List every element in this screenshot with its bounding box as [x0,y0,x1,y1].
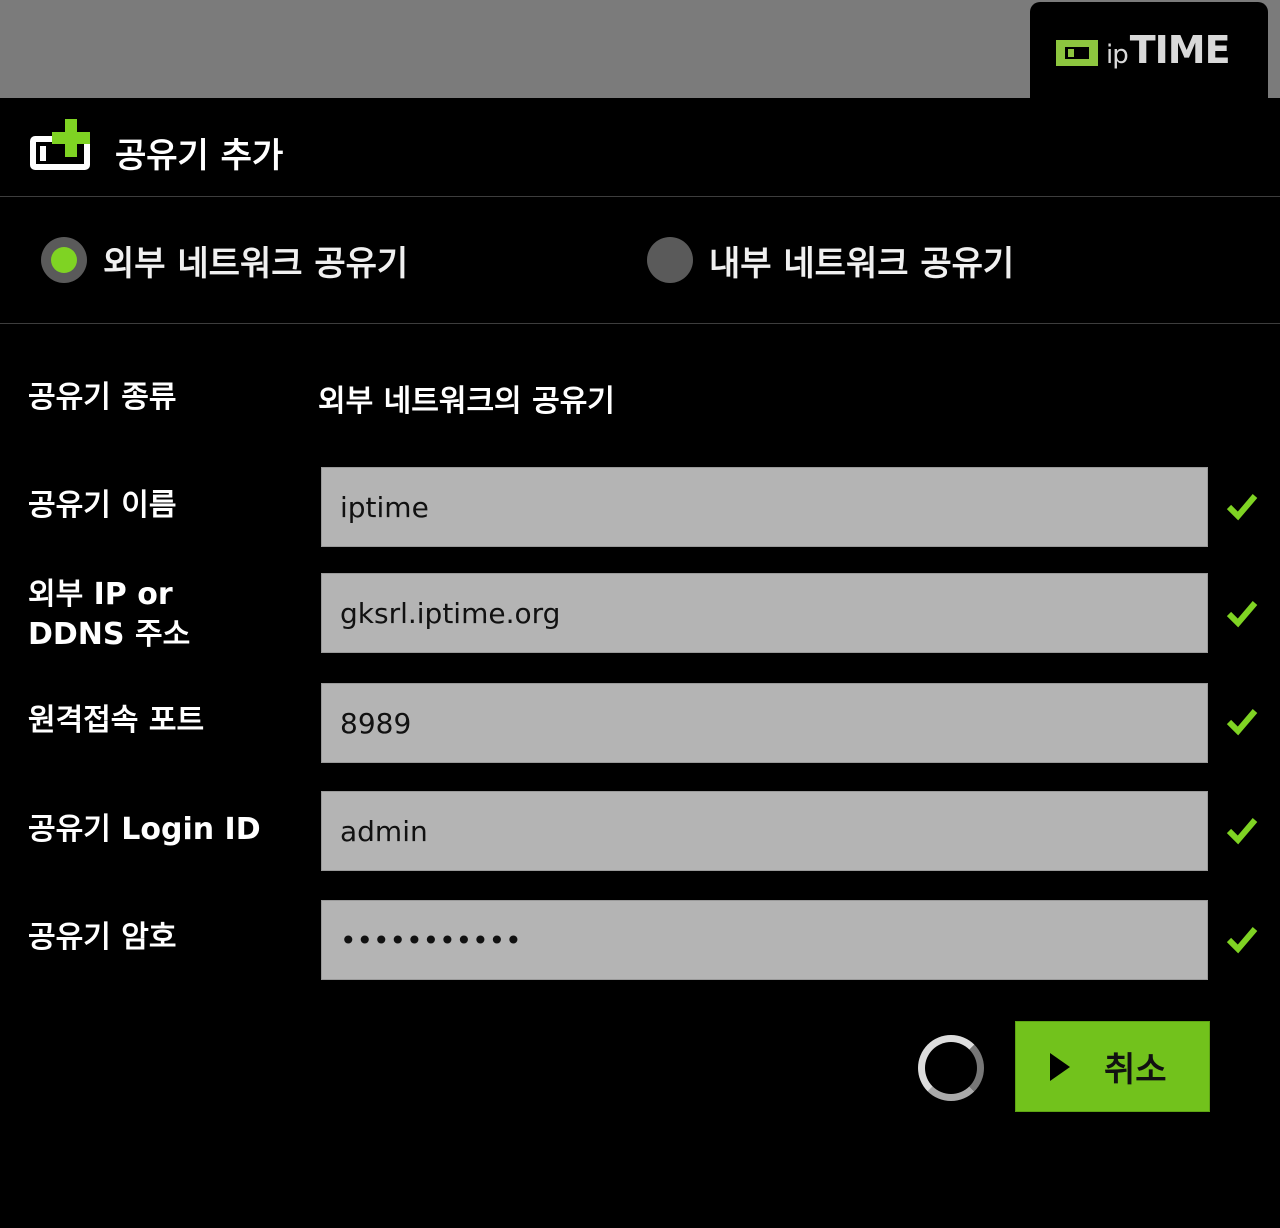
brand-logo: ipTIME [1030,2,1268,98]
radio-selected-icon [41,237,87,283]
valid-check-icon [1226,601,1258,628]
cancel-button[interactable]: 취소 [1015,1021,1210,1112]
address-label: 외부 IP or DDNS 주소 [28,575,190,655]
valid-check-icon [1226,927,1258,954]
valid-check-icon [1226,494,1258,521]
radio-external-network[interactable]: 외부 네트워크 공유기 [41,235,408,285]
login-id-label: 공유기 Login ID [28,812,261,847]
radio-internal-network[interactable]: 내부 네트워크 공유기 [647,235,1014,285]
add-router-icon [30,119,90,170]
router-name-input[interactable] [322,468,1207,546]
logo-ip: ip [1106,40,1129,70]
router-name-label: 공유기 이름 [28,488,177,523]
loading-spinner-icon [918,1035,984,1101]
address-field-box [321,573,1208,653]
password-field-box [321,900,1208,980]
password-label: 공유기 암호 [28,920,177,955]
network-type-selector: 외부 네트워크 공유기 내부 네트워크 공유기 [0,197,1280,324]
router-type-value: 외부 네트워크의 공유기 [318,384,615,419]
password-input[interactable] [322,901,1207,979]
valid-check-icon [1226,709,1258,736]
router-type-label: 공유기 종류 [28,380,177,415]
router-name-field-box [321,467,1208,547]
valid-check-icon [1226,818,1258,845]
logo-text: ipTIME [1106,28,1231,72]
cancel-button-label: 취소 [1104,1050,1167,1090]
play-arrow-icon [1050,1052,1070,1081]
radio-external-label: 외부 네트워크 공유기 [103,243,409,284]
logo-time: TIME [1129,28,1231,72]
battery-logo-icon [1056,40,1098,66]
page-title: 공유기 추가 [115,136,284,176]
top-bar: ipTIME [0,0,1280,98]
login-id-field-box [321,791,1208,871]
port-field-box [321,683,1208,763]
port-input[interactable] [322,684,1207,762]
radio-internal-label: 내부 네트워크 공유기 [709,243,1015,284]
address-input[interactable] [322,574,1207,652]
page-header: 공유기 추가 [0,98,1280,197]
login-id-input[interactable] [322,792,1207,870]
radio-unselected-icon [647,237,693,283]
port-label: 원격접속 포트 [28,703,205,738]
address-label-line2: DDNS 주소 [28,617,191,652]
address-label-line1: 외부 IP or [28,577,173,612]
